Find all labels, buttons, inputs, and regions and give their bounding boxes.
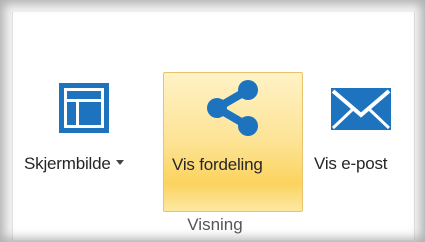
- group-label: Visning: [187, 215, 243, 234]
- show-email-button-label: Vis e-post: [314, 154, 388, 173]
- show-distribution-button-label: Vis fordeling: [172, 155, 263, 174]
- screenshot-button[interactable]: Skjermbilde: [22, 65, 162, 215]
- show-email-button[interactable]: Vis e-post: [310, 65, 415, 215]
- screenshot-layout-icon: [57, 81, 111, 135]
- screenshot-button-label: Skjermbilde: [24, 154, 111, 173]
- share-icon: [204, 79, 262, 137]
- ribbon-screenshot-frame: Skjermbilde Vis fordeling Vis e-post Vis…: [0, 0, 425, 242]
- show-distribution-button[interactable]: Vis fordeling: [163, 72, 303, 212]
- dropdown-arrow-icon[interactable]: [115, 160, 124, 166]
- envelope-icon: [330, 87, 392, 131]
